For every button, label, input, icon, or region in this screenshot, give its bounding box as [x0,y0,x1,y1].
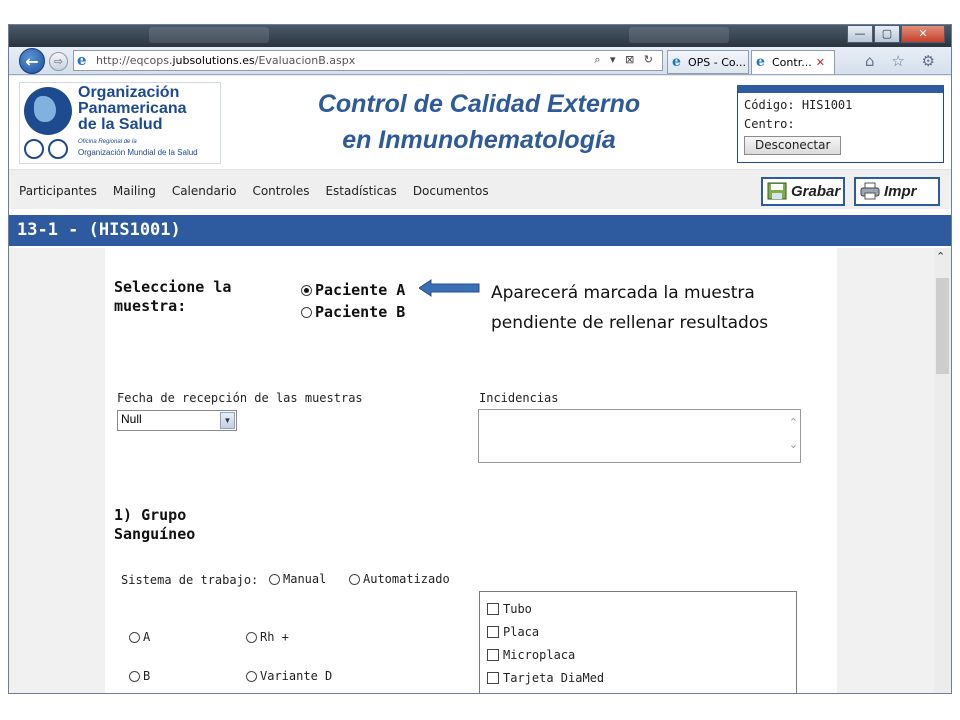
checkbox[interactable] [487,603,499,615]
save-button[interactable]: Grabar [761,177,845,206]
ie-tab-icon: e [672,54,681,70]
maximize-button[interactable]: ▢ [874,25,900,43]
incidencias-textarea[interactable]: ⌃ ⌄ [478,409,801,463]
menu-item-documentos[interactable]: Documentos [413,184,489,198]
title-blur [629,27,729,43]
page-title: Control de Calidad Externo en Inmunohema… [317,90,641,154]
tab-control[interactable]: e Contr... ✕ [751,50,835,74]
checkbox[interactable] [487,649,499,661]
radio-button[interactable] [301,307,312,318]
chevron-down-icon: ▼ [220,412,235,429]
scroll-up-icon[interactable]: ⌃ [789,416,798,429]
logo-subtext: Oficina Regional de la [78,139,137,145]
grupo-sanguineo-title: 1) Grupo Sanguíneo [114,506,196,543]
radio-paciente-a[interactable]: Paciente A [301,281,405,300]
forward-button[interactable]: ⇨ [49,52,68,71]
checkbox[interactable] [487,626,499,638]
select-sample-label: Seleccione la muestra: [114,278,232,315]
paho-seal-icon [48,139,68,159]
scroll-up-icon[interactable]: ⌃ [936,250,945,263]
radio-button[interactable] [129,631,140,643]
title-blur [149,27,269,43]
close-window-button[interactable]: ✕ [901,25,945,43]
scroll-down-icon[interactable]: ⌄ [789,438,798,451]
forward-arrow-icon: ⇨ [53,55,64,68]
radio-button[interactable] [246,670,257,682]
incidencias-label: Incidencias [479,391,559,405]
radio-rh-positive[interactable]: Rh + [246,630,289,644]
radio-button[interactable] [269,573,280,585]
radio-button[interactable] [129,670,140,682]
radio-automatizado[interactable]: Automatizado [349,572,450,586]
ie-page-icon: e [77,51,87,69]
radio-manual[interactable]: Manual [269,572,326,586]
checkbox-placa[interactable]: Placa [487,625,539,639]
section-header: 13-1 - (HIS1001) [9,215,951,246]
print-button[interactable]: Impr [854,177,940,206]
checkbox-tubo[interactable]: Tubo [487,602,532,616]
radio-button[interactable] [246,631,257,643]
menu-item-estadisticas[interactable]: Estadísticas [325,184,396,198]
web-page: Organización Panamericana de la Salud Of… [9,76,951,693]
save-disk-icon [767,182,787,200]
browser-toolbar: ← ⇨ e http://eqcops.jubsolutions.es/Eval… [9,47,951,75]
logo-text: Organización Panamericana de la Salud [78,84,187,133]
radio-paciente-b[interactable]: Paciente B [301,303,405,322]
browser-window: — ▢ ✕ ← ⇨ e http://eqcops.jubsolutions.e… [8,24,952,694]
printer-icon [860,182,880,200]
who-seal-icon [24,139,44,159]
form-area: Seleccione la muestra: Paciente A Pacien… [9,248,951,693]
menu-item-participantes[interactable]: Participantes [19,184,97,198]
user-box: Código: HIS1001 Centro: Desconectar [737,85,944,163]
header-banner: Organización Panamericana de la Salud Of… [9,76,951,168]
home-favorites-tools-icons[interactable]: ⌂ ☆ ⚙ [865,52,941,70]
ie-tab-icon: e [756,54,765,70]
left-arrow-icon [419,279,480,297]
title-bar: — ▢ ✕ [9,25,951,47]
address-bar[interactable]: e http://eqcops.jubsolutions.es/Evaluaci… [73,50,663,71]
tab-ops[interactable]: e OPS - Co... [667,50,749,74]
back-arrow-icon: ← [25,51,39,71]
minimize-button[interactable]: — [847,25,873,43]
checkbox-tarjeta-diamed[interactable]: Tarjeta DiaMed [487,671,604,685]
fecha-select[interactable]: Null ▼ [117,410,237,431]
codigo-value: HIS1001 [801,98,853,112]
page-scrollbar[interactable]: ⌃ [934,248,951,693]
radio-group-a[interactable]: A [129,630,150,644]
scrollbar-thumb[interactable] [936,278,949,374]
radio-button[interactable] [349,573,360,585]
menu-item-controles[interactable]: Controles [252,184,309,198]
globe-logo-icon [24,87,72,135]
menu-item-calendario[interactable]: Calendario [172,184,237,198]
address-tools-icons[interactable]: ⌕ ▾ ⊠ ↻ [594,53,656,67]
evaluation-form: Seleccione la muestra: Paciente A Pacien… [105,248,837,693]
sistema-label: Sistema de trabajo: [121,573,259,587]
radio-group-b[interactable]: B [129,669,150,683]
close-tab-icon[interactable]: ✕ [816,56,825,69]
menu-item-mailing[interactable]: Mailing [113,184,156,198]
back-button[interactable]: ← [19,48,45,74]
disconnect-button[interactable]: Desconectar [744,136,842,155]
url-text: http://eqcops.jubsolutions.es/Evaluacion… [96,54,356,67]
logo-subtext-2: Organización Mundial de la Salud [78,148,198,157]
radio-variante-d[interactable]: Variante D [246,669,332,683]
ops-logo: Organización Panamericana de la Salud Of… [19,82,221,164]
annotation-text: Aparecerá marcada la muestra pendiente d… [491,283,769,333]
fecha-label: Fecha de recepción de las muestras [117,391,363,405]
radio-button-selected[interactable] [301,285,312,296]
checkbox[interactable] [487,672,499,684]
checkbox-microplaca[interactable]: Microplaca [487,648,575,662]
methods-list: Tubo Placa Microplaca Tarjeta DiaMed [479,591,797,693]
